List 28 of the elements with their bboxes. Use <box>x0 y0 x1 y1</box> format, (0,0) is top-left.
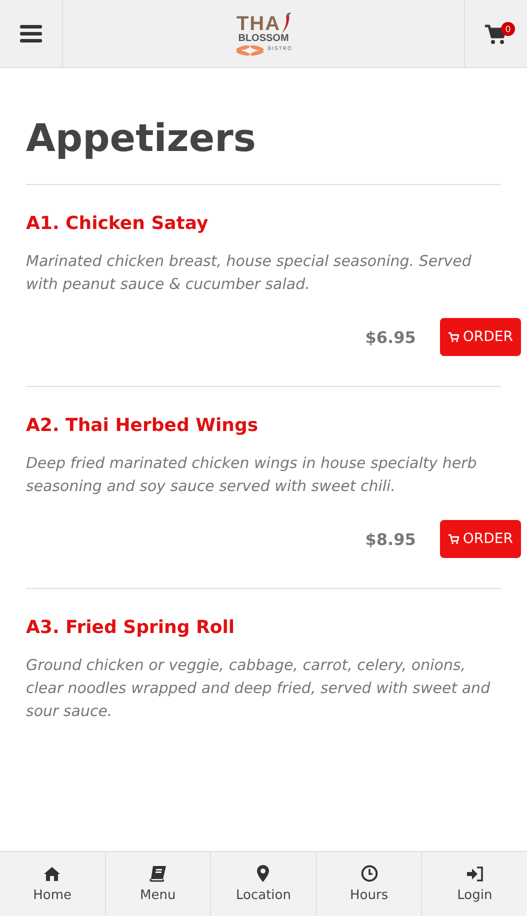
cart-icon <box>448 332 459 342</box>
item-description: Deep fried marinated chicken wings in house specialty herb seasoning and soy sauce served with sweet chili. <box>26 453 478 497</box>
cart-button[interactable]: 0 <box>464 0 527 67</box>
nav-tab[interactable]: Home <box>0 852 106 916</box>
menu-icon <box>20 24 42 42</box>
flower-icon <box>234 44 265 56</box>
item-name: A2. Thai Herbed Wings <box>26 415 260 436</box>
item-price: $6.95 <box>365 328 416 346</box>
item-description: Ground chicken or veggie, cabbage, carrot, celery, onions, clear noodles wrapped and deep fried, served with sweet and sour sauce. <box>26 655 492 722</box>
nav-tab[interactable]: Location <box>211 852 317 916</box>
home-icon <box>43 866 62 882</box>
item-description: Marinated chicken breast, house special seasoning. Served with peanut sauce & cucumber salad. <box>26 251 472 295</box>
nav-tab[interactable]: Menu <box>106 852 212 916</box>
cart-icon <box>448 534 459 544</box>
nav-tab[interactable]: Hours <box>316 852 422 916</box>
chili-icon <box>280 12 291 34</box>
item-price: $8.95 <box>365 530 416 548</box>
order-button[interactable]: ORDER <box>440 520 521 558</box>
order-button[interactable]: ORDER <box>440 318 521 356</box>
login-icon <box>466 866 484 882</box>
section-title: Appetizers <box>26 116 501 185</box>
clock-icon <box>360 865 378 882</box>
book-icon <box>148 865 167 882</box>
item-name: A3. Fried Spring Roll <box>26 617 236 638</box>
nav-tab[interactable]: Login <box>422 852 527 916</box>
item-name: A1. Chicken Satay <box>26 213 210 234</box>
location-pin-icon <box>257 865 270 882</box>
cart-count-badge: 0 <box>501 22 515 36</box>
